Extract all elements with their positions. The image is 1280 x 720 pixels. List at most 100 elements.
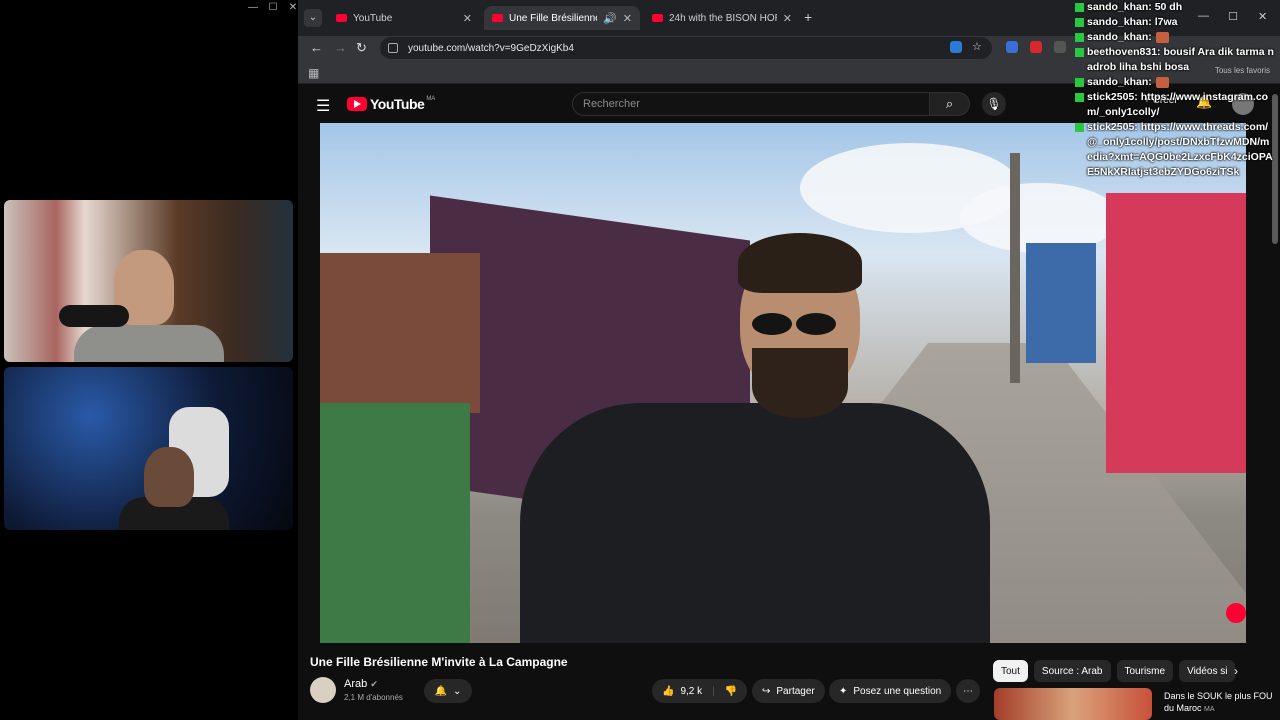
webcam-feed-2	[4, 367, 293, 530]
youtube-logo[interactable]: YouTube MA	[347, 96, 435, 112]
chat-badge-icon	[1075, 3, 1084, 12]
youtube-favicon-icon	[336, 14, 347, 22]
blue-house	[1026, 243, 1096, 363]
utility-pole	[1010, 153, 1020, 383]
guest-face	[144, 447, 194, 507]
channel-avatar[interactable]	[310, 677, 336, 703]
streamer-shirt	[74, 325, 224, 362]
chat-message: beethoven831: bousif Ara dik tarma nadro…	[1075, 45, 1275, 75]
chip-similar[interactable]: Vidéos si	[1179, 660, 1236, 682]
minimize-icon[interactable]: —	[248, 2, 258, 16]
microphone-icon: 🎙	[986, 97, 1002, 111]
presenter-body	[520, 403, 990, 643]
close-icon[interactable]: ✕	[288, 2, 298, 16]
tab-title: Une Fille Brésilienne M'invi	[509, 12, 598, 24]
chat-username: sando_khan:	[1087, 1, 1152, 13]
more-actions-button[interactable]: ⋯	[956, 679, 980, 703]
sparkle-icon: ✦	[839, 685, 848, 697]
chip-source[interactable]: Source : Arab	[1033, 660, 1111, 682]
search-icon: ⌕	[945, 96, 954, 111]
back-arrow-icon[interactable]: ←	[310, 40, 323, 55]
chat-message: stick2505: https://www.threads.com/@_onl…	[1075, 120, 1275, 180]
video-title: Une Fille Brésilienne M'invite à La Camp…	[310, 655, 568, 669]
chat-message: stick2505: https://www.instagram.com/_on…	[1075, 90, 1275, 120]
chat-message: sando_khan:	[1075, 75, 1275, 90]
forward-arrow-icon[interactable]: →	[334, 40, 347, 55]
chat-badge-icon	[1075, 93, 1084, 102]
logo-text: YouTube	[370, 96, 425, 112]
microphone	[59, 305, 129, 327]
youtube-play-icon	[347, 97, 367, 111]
tab-youtube[interactable]: YouTube ✕	[328, 6, 480, 30]
like-count: 9,2 k	[680, 685, 703, 697]
bookmark-star-icon[interactable]: ☆	[972, 41, 984, 53]
share-button[interactable]: ↪ Partager	[752, 679, 825, 703]
chat-badge-icon	[1075, 18, 1084, 27]
chat-message: sando_khan:	[1075, 30, 1275, 45]
search-button[interactable]: ⌕	[930, 92, 970, 116]
chat-badge-icon	[1075, 78, 1084, 87]
tab-bison-horn[interactable]: 24h with the BISON HORN Tribe ✕	[644, 6, 800, 30]
extension-icon[interactable]	[1054, 41, 1066, 53]
close-tab-icon[interactable]: ✕	[463, 12, 472, 25]
left-window-controls: — ☐ ✕	[248, 2, 298, 16]
share-arrow-icon: ↪	[762, 685, 771, 697]
bell-icon: 🔔	[434, 685, 448, 697]
chat-username: sando_khan:	[1087, 31, 1152, 43]
youtube-favicon-icon	[652, 14, 663, 22]
filter-chips: Tout Source : Arab Tourisme Vidéos si	[993, 660, 1236, 682]
menu-icon[interactable]: ☰	[316, 96, 330, 116]
chip-tourism[interactable]: Tourisme	[1116, 660, 1174, 682]
thumbs-up-icon: 👍	[662, 685, 675, 697]
presenter-hair	[738, 233, 862, 293]
tab-title: 24h with the BISON HORN Tribe	[669, 12, 777, 24]
chevron-right-icon[interactable]: ›	[1234, 664, 1238, 678]
site-info-icon[interactable]	[388, 43, 398, 53]
video-player[interactable]	[320, 123, 1246, 643]
red-house	[1106, 193, 1246, 473]
search-input[interactable]: Rechercher	[572, 92, 930, 116]
new-tab-icon[interactable]: +	[804, 9, 812, 25]
like-button[interactable]: 👍 9,2 k | 👎	[652, 679, 748, 703]
speaker-icon[interactable]: 🔊	[603, 12, 617, 25]
chat-text: 50 dh	[1154, 1, 1183, 13]
verified-check-icon: ✔	[370, 679, 378, 689]
close-tab-icon[interactable]: ✕	[623, 12, 632, 25]
ask-question-button[interactable]: ✦ Posez une question	[829, 679, 952, 703]
chevron-down-icon: ⌄	[453, 685, 462, 697]
url-text: youtube.com/watch?v=9GeDzXigKb4	[408, 42, 574, 54]
chat-badge-icon	[1075, 123, 1084, 132]
youtube-favicon-icon	[492, 14, 503, 22]
green-wall	[320, 403, 470, 643]
chat-emote-icon	[1155, 31, 1169, 43]
apps-grid-icon[interactable]: ▦	[308, 66, 319, 80]
reload-icon[interactable]: ↻	[356, 40, 367, 56]
tab-search-button[interactable]: ⌄	[304, 9, 322, 27]
address-bar[interactable]: youtube.com/watch?v=9GeDzXigKb4	[380, 37, 992, 59]
chat-username: beethoven831:	[1087, 46, 1161, 58]
more-dots-icon: ⋯	[963, 685, 973, 697]
voice-search-button[interactable]: 🎙	[982, 92, 1006, 116]
suggested-video-title[interactable]: Dans le SOUK le plus FOU du Maroc MA	[1164, 690, 1274, 716]
subscribe-bell-button[interactable]: 🔔 ⌄	[424, 679, 472, 703]
channel-name[interactable]: Arab ✔	[344, 678, 378, 690]
presenter-beard	[752, 348, 848, 418]
ask-label: Posez une question	[853, 685, 942, 697]
chat-emote-icon	[1155, 76, 1169, 88]
subscriber-count: 2,1 M d'abonnés	[344, 693, 403, 702]
maximize-icon[interactable]: ☐	[268, 2, 278, 16]
chip-all[interactable]: Tout	[993, 660, 1028, 682]
chat-overlay: sando_khan: 50 dh sando_khan: l7wa sando…	[1075, 0, 1275, 180]
extension-icon[interactable]	[1030, 41, 1042, 53]
screen: — ☐ ✕ ⌄ YouTube ✕ Une Fille Brésilienne …	[0, 0, 1280, 720]
tab-title: YouTube	[353, 12, 393, 24]
close-tab-icon[interactable]: ✕	[783, 12, 792, 25]
share-label: Partager	[776, 685, 815, 697]
youtube-watermark-icon[interactable]	[1226, 603, 1246, 623]
thumbs-down-icon[interactable]: 👎	[725, 686, 737, 697]
chat-badge-icon	[1075, 33, 1084, 42]
suggested-video-thumbnail[interactable]	[994, 688, 1152, 720]
translate-icon[interactable]	[950, 41, 962, 53]
tab-video[interactable]: Une Fille Brésilienne M'invi 🔊 ✕	[484, 6, 640, 30]
extension-icon[interactable]	[1006, 41, 1018, 53]
